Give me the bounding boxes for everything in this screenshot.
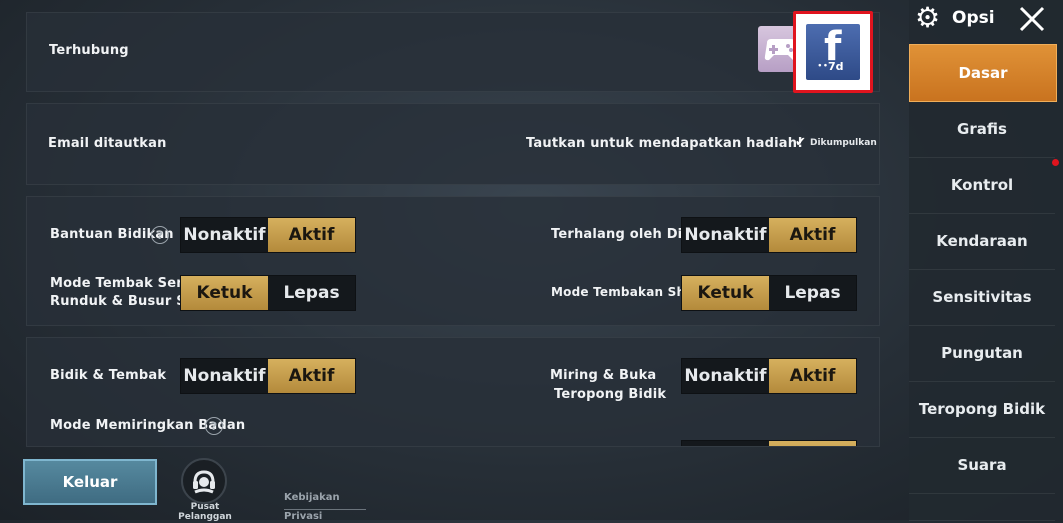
sidebar-item-grafis[interactable]: Grafis [909,101,1055,158]
sidebar-item-label: Suara [957,456,1007,474]
sidebar-item-label: Kontrol [950,176,1014,194]
aim-assist-off-option[interactable]: Nonaktif [181,218,268,252]
peek-scope-label-line1: Miring & Buka [550,368,657,383]
exit-button[interactable]: Keluar [23,459,157,505]
sidebar-item-partial[interactable] [909,493,1055,521]
gear-icon: ⚙ [915,1,941,34]
notification-dot [1052,159,1059,166]
lean-mode-left-option[interactable] [682,441,769,446]
sidebar-item-label: Grafis [957,120,1007,138]
sidebar-item-sensitivitas[interactable]: Sensitivitas [909,269,1055,326]
sidebar-item-label: Teropong Bidik [918,400,1046,418]
sidebar-item-kontrol[interactable]: Kontrol [909,157,1059,214]
options-sidebar: ⚙ Opsi Dasar Grafis Kontrol Kendaraan Se… [909,0,1063,521]
lean-mode-right-option[interactable] [769,441,856,446]
link-icon: ∙∙ [817,61,829,71]
shotgun-mode-release-option[interactable]: Lepas [769,276,856,310]
sidebar-item-kendaraan[interactable]: Kendaraan [909,213,1055,270]
sidebar-item-dasar[interactable]: Dasar [909,44,1057,102]
wall-block-off-option[interactable]: Nonaktif [682,218,769,252]
close-icon[interactable] [1017,4,1047,34]
customer-center-button[interactable]: Pusat Pelanggan [168,458,242,522]
facebook-icon: f 7d ∙∙ [806,24,860,80]
privacy-policy-link[interactable]: Kebijakan Privasi [284,485,366,522]
sidebar-item-label: Kendaraan [936,232,1028,250]
connection-panel: Terhubung f 7d ∙∙ [26,11,880,93]
aim-shoot-label: Bidik & Tembak [50,368,167,383]
aim-assist-on-option[interactable]: Aktif [268,218,355,252]
help-icon[interactable]: ? [151,226,169,244]
peek-scope-on-option[interactable]: Aktif [769,359,856,393]
aim-shoot-on-option[interactable]: Aktif [268,359,355,393]
aim-assist-toggle[interactable]: Nonaktif Aktif [180,217,356,253]
sniper-mode-tap-option[interactable]: Ketuk [181,276,268,310]
sidebar-title: Opsi [952,8,995,28]
lean-mode-toggle[interactable] [681,440,857,446]
facebook-link-button[interactable]: f 7d ∙∙ [793,11,873,93]
exit-button-label: Keluar [62,473,118,491]
sidebar-item-label: Pungutan [941,344,1023,362]
sidebar-item-label: Sensitivitas [932,288,1032,306]
reward-text: Tautkan untuk mendapatkan hadiah! [526,136,804,151]
checkmark-icon: ✔ [795,135,806,150]
sniper-mode-release-option[interactable]: Lepas [268,276,355,310]
wall-block-on-option[interactable]: Aktif [769,218,856,252]
aim-settings-panel: Bantuan Bidikan ? Nonaktif Aktif Terhala… [26,196,880,326]
shoot-settings-panel: Bidik & Tembak Nonaktif Aktif Miring & B… [26,337,880,447]
aim-shoot-off-option[interactable]: Nonaktif [181,359,268,393]
wall-block-toggle[interactable]: Nonaktif Aktif [681,217,857,253]
shotgun-mode-toggle[interactable]: Ketuk Lepas [681,275,857,311]
sidebar-item-teropong-bidik[interactable]: Teropong Bidik [909,381,1055,438]
peek-scope-off-option[interactable]: Nonaktif [682,359,769,393]
collected-status: Dikumpulkan [810,138,877,148]
peek-scope-label-line2: Teropong Bidik [554,387,667,402]
connection-label: Terhubung [49,43,129,58]
aim-shoot-toggle[interactable]: Nonaktif Aktif [180,358,356,394]
sidebar-item-label: Dasar [958,64,1008,82]
sidebar-item-suara[interactable]: Suara [909,437,1055,494]
email-panel: Email ditautkan Tautkan untuk mendapatka… [26,103,880,185]
customer-center-label: Pusat Pelanggan [178,502,232,522]
headset-icon [181,458,227,504]
help-icon[interactable]: ? [205,417,223,435]
sniper-mode-toggle[interactable]: Ketuk Lepas [180,275,356,311]
shotgun-mode-tap-option[interactable]: Ketuk [682,276,769,310]
email-label: Email ditautkan [48,136,167,151]
peek-scope-toggle[interactable]: Nonaktif Aktif [681,358,857,394]
sidebar-item-pungutan[interactable]: Pungutan [909,325,1055,382]
privacy-policy-label: Kebijakan Privasi [284,492,340,522]
facebook-badge: 7d [828,60,844,73]
